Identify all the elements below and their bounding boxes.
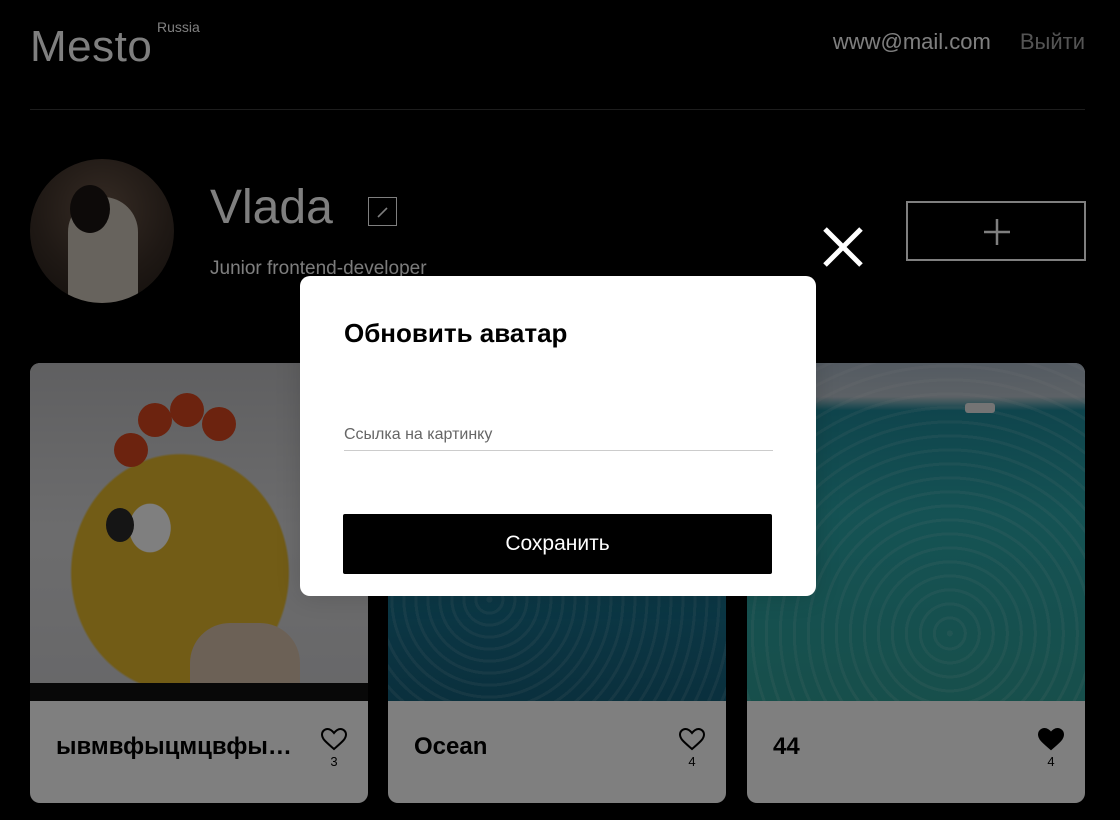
popup-title: Обновить аватар bbox=[344, 318, 568, 348]
avatar-link-input[interactable] bbox=[344, 420, 773, 451]
close-icon bbox=[823, 227, 863, 267]
page: Mesto Russia www@mail.com Выйти Vlada Ju… bbox=[0, 0, 1120, 820]
update-avatar-popup: Обновить аватар Сохранить bbox=[300, 276, 816, 596]
save-button[interactable]: Сохранить bbox=[343, 514, 772, 574]
popup-close-button[interactable] bbox=[822, 226, 864, 268]
